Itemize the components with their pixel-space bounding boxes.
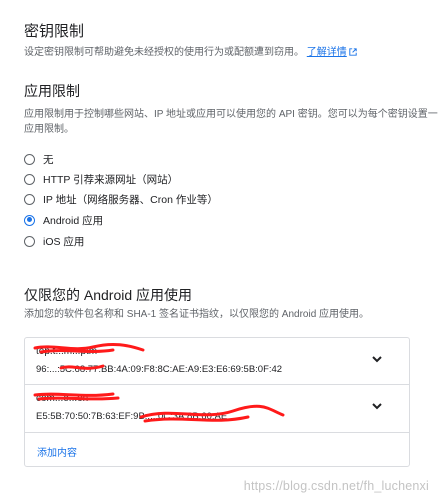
- app-package-name: com...e...on: [36, 393, 89, 404]
- android-app-item[interactable]: com...e...on E5:5B:70:50:7B:63:EF:9B:...…: [25, 385, 409, 431]
- divider: [25, 432, 409, 433]
- radio-option-android-apps[interactable]: Android 应用: [24, 211, 103, 229]
- app-sha1-fingerprint: 96:...:5C:68:77:BB:4A:09:F8:8C:AE:A9:E3:…: [36, 364, 283, 375]
- key-restrictions-description: 设定密钥限制可帮助避免未经授权的使用行为或配额遭到窃用。 了解详情: [24, 45, 357, 60]
- chevron-down-icon[interactable]: [370, 399, 384, 413]
- app-package-name: top.t...m...ptm: [36, 346, 98, 357]
- learn-more-label: 了解详情: [306, 47, 347, 58]
- app-restrictions-description-line2: 应用限制。: [24, 124, 74, 135]
- app-restrictions-description-line1: 应用限制用于控制哪些网站、IP 地址或应用可以使用您的 API 密钥。您可以为每…: [24, 109, 438, 120]
- radio-label: HTTP 引荐来源网址（网站）: [43, 173, 179, 186]
- radio-label: IP 地址（网络服务器、Cron 作业等）: [43, 193, 218, 206]
- android-app-item[interactable]: top.t...m...ptm 96:...:5C:68:77:BB:4A:09…: [25, 338, 409, 384]
- watermark: https://blog.csdn.net/fh_luchenxi: [243, 479, 429, 493]
- key-restrictions-title: 密钥限制: [24, 23, 85, 40]
- key-restrictions-description-text: 设定密钥限制可帮助避免未经授权的使用行为或配额遭到窃用。: [24, 47, 304, 58]
- radio-option-http-referrers[interactable]: HTTP 引荐来源网址（网站）: [24, 170, 178, 188]
- add-item-link[interactable]: 添加内容: [37, 444, 77, 459]
- radio-option-ios-apps[interactable]: iOS 应用: [24, 232, 84, 250]
- app-sha1-fingerprint: E5:5B:70:50:7B:63:EF:9B:...:0C:3A:8B:60:…: [36, 411, 228, 422]
- radio-button[interactable]: [24, 193, 35, 205]
- android-restrict-description: 添加您的软件包名称和 SHA-1 签名证书指纹，以仅限您的 Android 应用…: [24, 309, 370, 320]
- radio-button[interactable]: [24, 153, 35, 165]
- android-apps-panel: top.t...m...ptm 96:...:5C:68:77:BB:4A:09…: [24, 337, 410, 467]
- radio-button[interactable]: [24, 173, 35, 185]
- radio-label: iOS 应用: [43, 235, 85, 248]
- radio-button-selected[interactable]: [24, 214, 35, 226]
- learn-more-link[interactable]: 了解详情: [307, 47, 357, 58]
- app-restrictions-title: 应用限制: [24, 83, 80, 99]
- radio-label: 无: [43, 153, 54, 166]
- radio-label: Android 应用: [43, 214, 104, 227]
- android-restrict-title: 仅限您的 Android 应用使用: [24, 287, 193, 303]
- radio-button[interactable]: [24, 235, 35, 247]
- chevron-down-icon[interactable]: [370, 352, 384, 366]
- radio-option-none[interactable]: 无: [24, 150, 54, 168]
- radio-option-ip-addresses[interactable]: IP 地址（网络服务器、Cron 作业等）: [24, 190, 218, 208]
- external-link-icon: [349, 48, 357, 56]
